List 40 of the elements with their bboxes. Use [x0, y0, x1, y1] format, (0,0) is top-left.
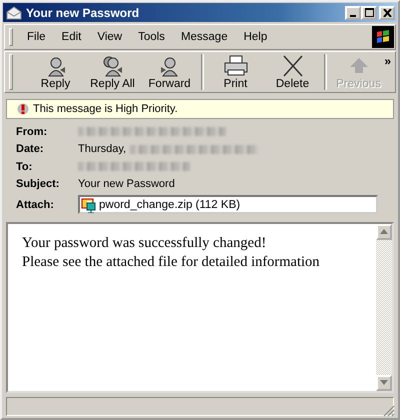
scroll-down-button[interactable]: [376, 374, 392, 391]
menu-item[interactable]: View: [97, 31, 122, 44]
menu-item[interactable]: Edit: [62, 31, 82, 44]
toolbar-button[interactable]: Reply All: [84, 52, 141, 92]
exclamation-icon: [17, 103, 29, 116]
attachment-field[interactable]: pword_change.zip (112 KB): [78, 195, 378, 214]
scrollbar[interactable]: [376, 224, 392, 391]
up-triangle-icon: [380, 229, 388, 234]
header-label: Attach:: [16, 198, 55, 211]
window-title: Your new Password: [26, 6, 140, 20]
printer-icon: [222, 54, 248, 77]
message-text: Please see the attached file for detailed information: [22, 252, 321, 272]
toolbar-button[interactable]: Reply: [27, 52, 84, 92]
toolbar-button[interactable]: Print: [207, 52, 264, 92]
menu-item[interactable]: Message: [180, 31, 228, 44]
header-label: To:: [16, 160, 34, 173]
header-label: Subject:: [16, 178, 60, 190]
menu-item[interactable]: File: [27, 31, 46, 44]
header-label: From:: [16, 126, 48, 138]
header-value: Your new Password: [78, 178, 175, 190]
close-button[interactable]: [379, 6, 395, 20]
maximize-button[interactable]: [361, 6, 377, 20]
toolbar-button[interactable]: Delete: [264, 52, 321, 92]
maximize-icon: [364, 8, 374, 18]
windows-logo-icon: [372, 26, 394, 48]
message-text: Your password was successfully changed!: [22, 234, 268, 253]
menu-item[interactable]: Tools: [138, 31, 165, 44]
close-icon: [382, 8, 392, 17]
minimize-button[interactable]: [345, 6, 361, 20]
down-triangle-icon: [380, 380, 388, 386]
more-button[interactable]: »: [384, 54, 391, 68]
toolbar-button[interactable]: Forward: [141, 52, 198, 92]
envelope-icon: [6, 6, 22, 20]
scroll-up-button[interactable]: [376, 224, 392, 240]
header-value: Thursday,: [78, 143, 126, 156]
minimize-icon: [350, 14, 356, 17]
zip-file-icon: [81, 196, 97, 213]
header-label: Date:: [16, 143, 45, 156]
banner-text: This message is High Priority.: [33, 103, 178, 116]
menu-item[interactable]: Help: [244, 31, 268, 44]
